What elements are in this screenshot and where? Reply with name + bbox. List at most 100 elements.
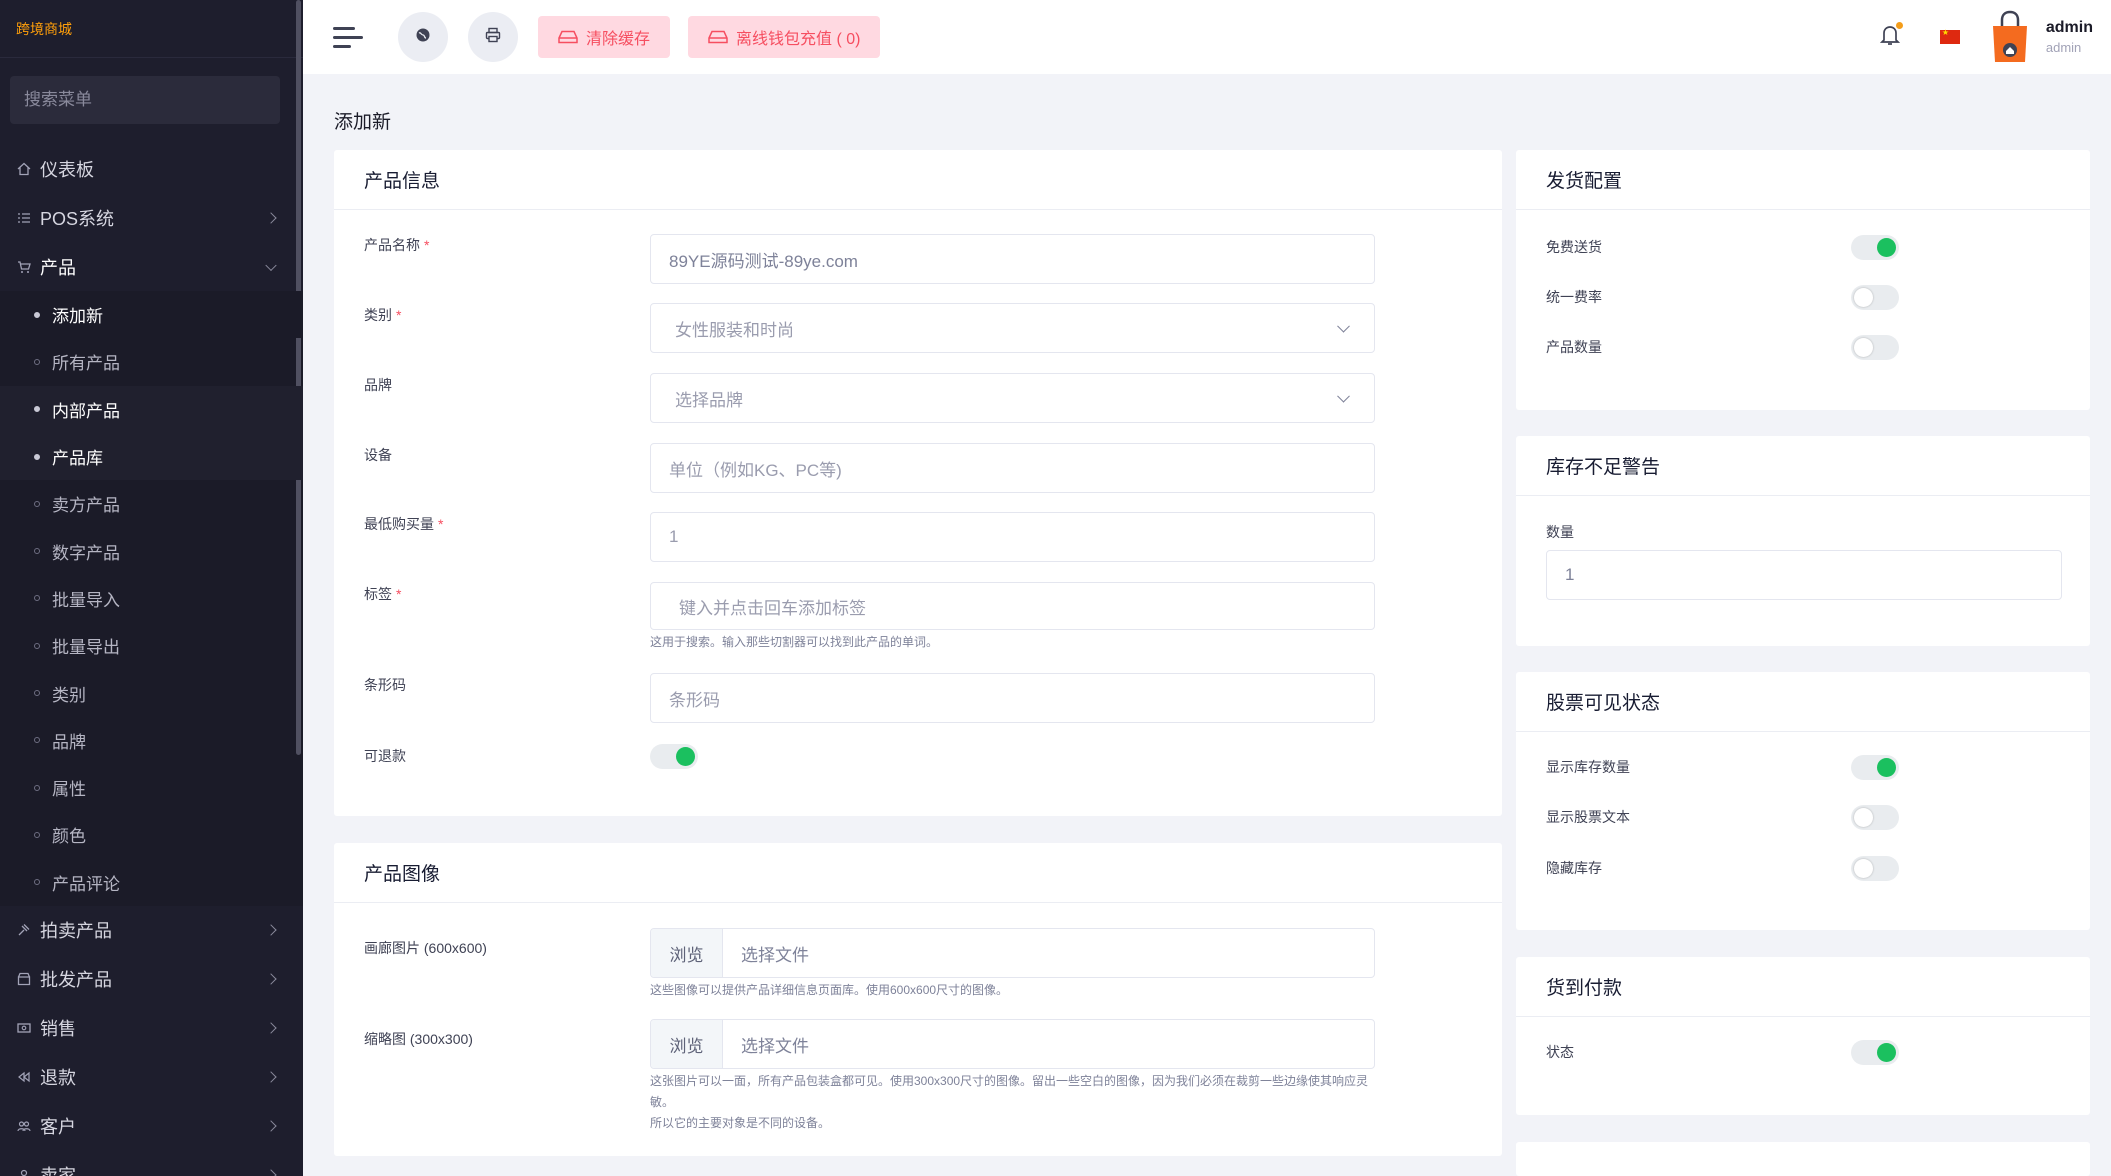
sidebar-subitem-digital-products[interactable]: 数字产品 (0, 527, 303, 574)
chevron-right-icon (265, 973, 277, 986)
tags-input[interactable]: 键入并点击回车添加标签 (650, 582, 1375, 630)
sidebar-item-label: 客户 (40, 1117, 76, 1138)
barcode-input[interactable]: 条形码 (650, 673, 1375, 723)
list-icon (16, 210, 32, 226)
store-icon (16, 971, 32, 987)
thumbnail-hint: 这张图片可以一面，所有产品包装盒都可见。使用300x300尺寸的图像。留出一些空… (650, 1074, 1369, 1130)
sidebar-subitem-brand[interactable]: 品牌 (0, 717, 303, 764)
show-stock-text-toggle[interactable] (1851, 804, 1899, 830)
sidebar-subitem-add-new[interactable]: 添加新 (0, 291, 303, 339)
sidebar-item-refunds[interactable]: 退款 (0, 1053, 303, 1102)
sidebar-item-label: 仪表板 (40, 159, 94, 180)
sidebar-item-label: 销售 (40, 1019, 76, 1040)
hdd-icon (558, 30, 578, 44)
refundable-toggle[interactable] (650, 744, 698, 769)
browse-button[interactable]: 浏览 (651, 929, 723, 977)
brand-select[interactable]: 选择品牌 (650, 373, 1375, 423)
offline-wallet-recharge-button[interactable]: 离线钱包充值 ( 0) (688, 16, 881, 58)
print-button[interactable] (468, 12, 518, 62)
thumbnail-file-input[interactable]: 浏览 选择文件 (650, 1019, 1375, 1069)
unit-input[interactable]: 单位（例如KG、PC等) (650, 443, 1375, 493)
chevron-right-icon (265, 1169, 277, 1176)
field-label: 条形码 (364, 677, 406, 693)
product-info-card: 产品信息 产品名称 * 89YE源码测试-89ye.com 类别 * 女性服装和时尚… (334, 150, 1502, 816)
product-images-card: 产品图像 画廊图片 (600x600) 浏览 选择文件 这些图像可以提供产品详细… (334, 843, 1502, 1156)
sidebar-subitem-reviews[interactable]: 产品评论 (0, 859, 303, 906)
header-right: admin admin (1879, 0, 2111, 74)
user-role: admin (2045, 40, 2082, 55)
sidebar-item-dashboard[interactable]: 仪表板 (0, 144, 303, 193)
card-title: 货到付款 (1516, 957, 2090, 1017)
sidebar-item-label: 批发产品 (40, 970, 112, 991)
sidebar-subitem-seller-products[interactable]: 卖方产品 (0, 480, 303, 527)
field-label: 设备 (364, 447, 392, 463)
sidebar-subitem-bulk-import[interactable]: 批量导入 (0, 575, 303, 622)
min-qty-input[interactable]: 1 (650, 512, 1375, 562)
users-icon (16, 1118, 32, 1134)
field-label: 品牌 (364, 377, 392, 393)
sidebar-item-pos[interactable]: POS系统 (0, 193, 303, 242)
sidebar-item-products[interactable]: 产品 (0, 242, 303, 291)
clear-cache-button[interactable]: 清除缓存 (538, 16, 671, 58)
sidebar-subitem-category[interactable]: 类别 (0, 669, 303, 716)
sidebar-item-label: 卖家 (40, 1162, 76, 1176)
show-stock-qty-toggle[interactable] (1851, 754, 1899, 780)
low-stock-qty-input[interactable]: 1 (1546, 550, 2062, 600)
gallery-file-input[interactable]: 浏览 选择文件 (650, 928, 1375, 978)
avatar[interactable] (1990, 10, 2030, 64)
bullet-icon (34, 784, 40, 791)
menu-search-input[interactable] (10, 76, 280, 124)
sidebar-item-sellers[interactable]: 卖家 (0, 1151, 303, 1176)
low-stock-qty-label: 数量 (1546, 524, 1574, 540)
chevron-right-icon (265, 1120, 277, 1133)
hamburger-menu-icon[interactable] (333, 25, 363, 49)
sidebar-subitem-in-house-products[interactable]: 内部产品 (0, 385, 303, 433)
bullet-icon (34, 311, 40, 318)
cod-status-toggle[interactable] (1851, 1039, 1899, 1065)
brand-logo[interactable]: 跨境商城 (0, 0, 303, 58)
globe-button[interactable] (398, 12, 448, 62)
free-shipping-toggle[interactable] (1851, 234, 1899, 260)
stock-visibility-card: 股票可见状态 显示库存数量 显示股票文本 隐藏库存 (1516, 672, 2090, 930)
sidebar-subitem-colors[interactable]: 颜色 (0, 811, 303, 858)
bullet-icon (34, 500, 40, 507)
field-label: 画廊图片 (600x600) (364, 940, 487, 956)
bullet-icon (34, 548, 40, 555)
bullet-icon (34, 453, 40, 460)
file-placeholder: 选择文件 (741, 945, 809, 965)
browse-button[interactable]: 浏览 (651, 1020, 723, 1068)
notifications-button[interactable] (1879, 21, 1903, 51)
bell-icon (1879, 25, 1900, 50)
sidebar-subitem-product-library[interactable]: 产品库 (0, 432, 303, 481)
category-select[interactable]: 女性服装和时尚 (650, 303, 1375, 353)
chevron-down-icon (1337, 319, 1350, 333)
bullet-icon (34, 358, 40, 365)
product-qty-shipping-toggle[interactable] (1851, 334, 1899, 360)
sidebar-subitem-all-products[interactable]: 所有产品 (0, 338, 303, 385)
search-wrap (0, 58, 303, 132)
featured-card: 特色 (1516, 1142, 2090, 1176)
sidebar-item-auction[interactable]: 拍卖产品 (0, 906, 303, 955)
hdd-icon (708, 30, 728, 44)
product-name-input[interactable]: 89YE源码测试-89ye.com (650, 234, 1375, 284)
sidebar-subitem-bulk-export[interactable]: 批量导出 (0, 622, 303, 669)
china-flag-icon[interactable] (1939, 28, 1960, 44)
globe-icon (415, 27, 431, 48)
user-info[interactable]: admin admin (2046, 19, 2093, 55)
sidebar-item-wholesale[interactable]: 批发产品 (0, 955, 303, 1004)
hide-stock-toggle[interactable] (1851, 855, 1899, 881)
card-title: 库存不足警告 (1516, 436, 2090, 496)
sidebar-item-sales[interactable]: 销售 (0, 1004, 303, 1053)
chevron-right-icon (265, 1022, 277, 1035)
sidebar-subitem-attribute[interactable]: 属性 (0, 764, 303, 811)
sidebar-item-customers[interactable]: 客户 (0, 1102, 303, 1151)
cart-icon (16, 259, 32, 275)
cash-on-delivery-card: 货到付款 状态 (1516, 957, 2090, 1115)
bullet-icon (34, 737, 40, 744)
flat-rate-toggle[interactable] (1851, 284, 1899, 310)
show-stock-text-row: 显示股票文本 (1546, 802, 1899, 832)
tags-hint: 这用于搜索。输入那些切割器可以找到此产品的单词。 (650, 635, 939, 649)
chevron-right-icon (265, 924, 277, 937)
sidebar-item-label: 产品 (40, 257, 76, 278)
cod-status-row: 状态 (1546, 1037, 1899, 1067)
